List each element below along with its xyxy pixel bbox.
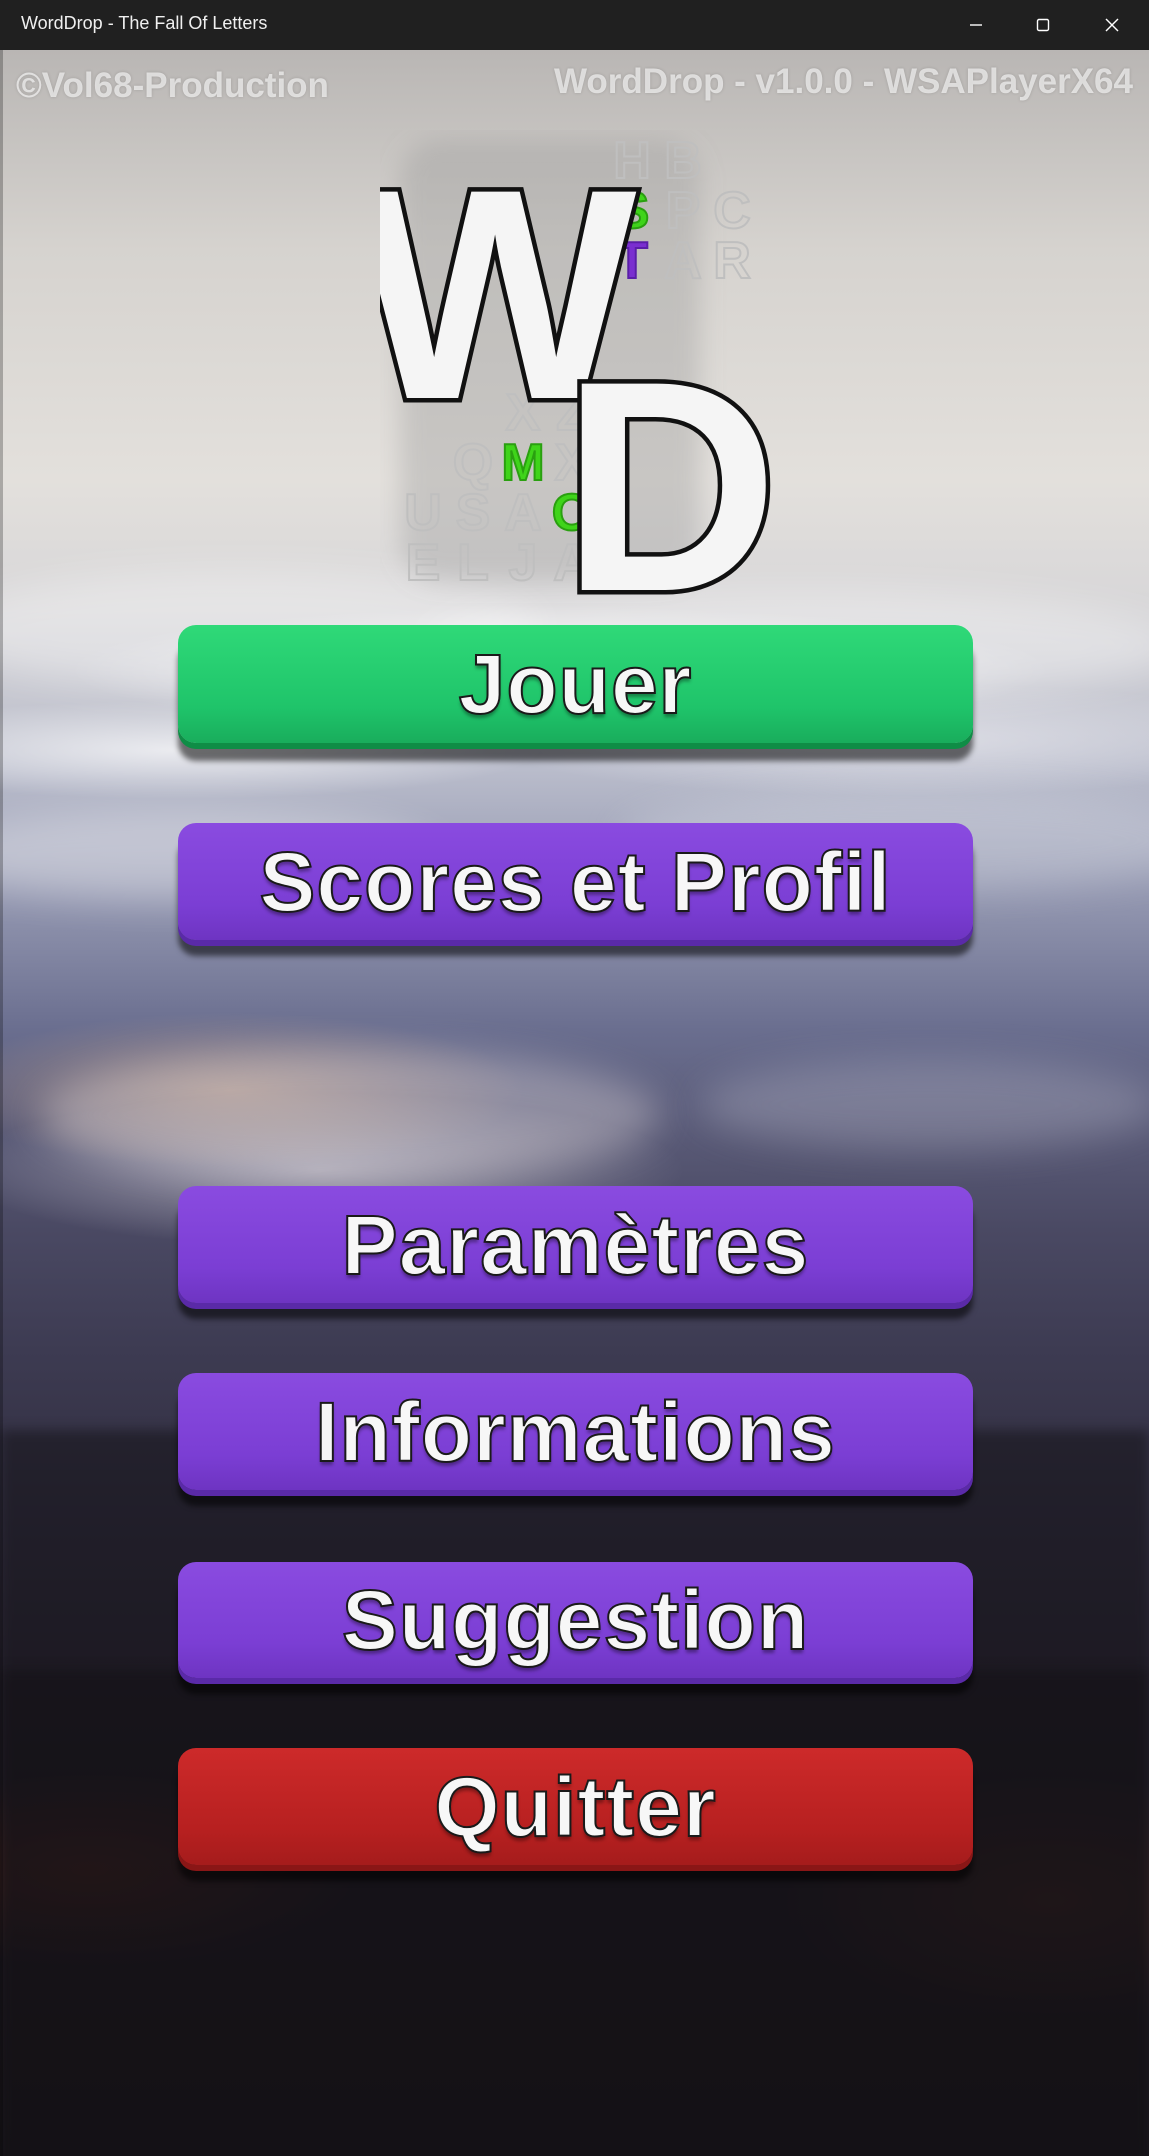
falling-letter: E	[406, 534, 441, 592]
falling-letter: J	[509, 534, 538, 592]
falling-letter: L	[457, 534, 489, 592]
maximize-icon	[1036, 18, 1050, 32]
minimize-button[interactable]	[943, 0, 1009, 50]
logo-letter-d: D	[562, 318, 779, 610]
logo-graphic: H B S P C T A R X Z Q M X U S A O E L J	[380, 130, 780, 610]
suggestion-button-label: Suggestion	[341, 1573, 810, 1667]
play-button-label: Jouer	[458, 637, 693, 731]
version-label: WordDrop - v1.0.0 - WSAPlayerX64	[554, 62, 1133, 101]
app-window: WordDrop - The Fall Of Letters ©Vol68-Pr…	[0, 0, 1149, 2156]
settings-button-label: Paramètres	[341, 1197, 810, 1292]
window-border	[0, 50, 3, 2156]
falling-letter: R	[713, 232, 751, 290]
quit-button[interactable]: Quitter	[178, 1748, 973, 1865]
suggestion-button[interactable]: Suggestion	[178, 1562, 973, 1678]
close-icon	[1105, 18, 1119, 32]
window-title: WordDrop - The Fall Of Letters	[21, 13, 268, 33]
falling-letter: A	[664, 232, 702, 290]
settings-button[interactable]: Paramètres	[178, 1186, 973, 1303]
close-button[interactable]	[1079, 0, 1145, 50]
game-logo: H B S P C T A R X Z Q M X U S A O E L J	[380, 130, 780, 610]
minimize-icon	[970, 24, 982, 26]
informations-button[interactable]: Informations	[178, 1373, 973, 1490]
scores-profile-button[interactable]: Scores et Profil	[178, 823, 973, 940]
scores-profile-button-label: Scores et Profil	[258, 834, 892, 929]
informations-button-label: Informations	[314, 1384, 836, 1479]
copyright-label: ©Vol68-Production	[16, 66, 329, 105]
quit-button-label: Quitter	[433, 1759, 717, 1854]
play-button[interactable]: Jouer	[178, 625, 973, 743]
maximize-button[interactable]	[1010, 0, 1076, 50]
title-bar: WordDrop - The Fall Of Letters	[0, 0, 1149, 50]
